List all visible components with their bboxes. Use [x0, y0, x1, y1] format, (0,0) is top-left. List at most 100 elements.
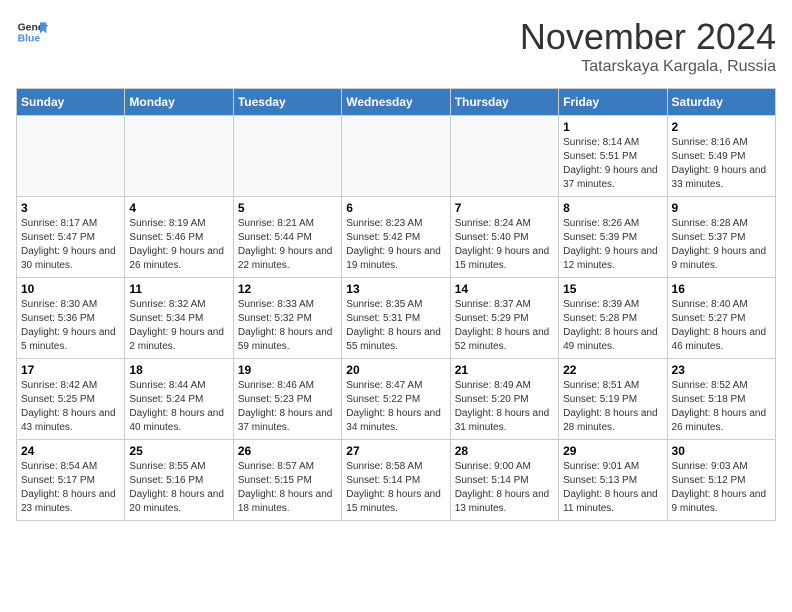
calendar-cell: 7 Sunrise: 8:24 AMSunset: 5:40 PMDaylight…: [450, 197, 558, 278]
calendar-week-2: 10 Sunrise: 8:30 AMSunset: 5:36 PMDayligh…: [17, 278, 776, 359]
calendar-cell: 23Sunrise: 8:52 AMSunset: 5:18 PMDayligh…: [667, 359, 775, 440]
calendar-cell: 13 Sunrise: 8:35 AMSunset: 5:31 PMDayligh…: [342, 278, 450, 359]
day-number: 16: [672, 282, 771, 296]
day-number: 30: [672, 444, 771, 458]
day-number: 24: [21, 444, 120, 458]
calendar-week-4: 24 Sunrise: 8:54 AMSunset: 5:17 PMDayligh…: [17, 440, 776, 521]
day-info: Sunrise: 8:55 AMSunset: 5:16 PMDaylight:…: [129, 460, 228, 516]
day-info: Sunrise: 8:51 AMSunset: 5:19 PMDaylight:…: [563, 379, 662, 435]
day-number: 27: [346, 444, 445, 458]
day-number: 7: [455, 201, 554, 215]
calendar: SundayMondayTuesdayWednesdayThursdayFrid…: [16, 88, 776, 521]
calendar-cell: 15 Sunrise: 8:39 AMSunset: 5:28 PMDayligh…: [559, 278, 667, 359]
calendar-cell: 16 Sunrise: 8:40 AMSunset: 5:27 PMDayligh…: [667, 278, 775, 359]
day-info: Sunrise: 8:24 AMSunset: 5:40 PMDaylight:…: [455, 217, 554, 273]
header: General Blue November 2024 Tatarskaya Ka…: [16, 16, 776, 76]
day-number: 12: [238, 282, 337, 296]
day-number: 22: [563, 363, 662, 377]
calendar-header-row: SundayMondayTuesdayWednesdayThursdayFrid…: [17, 89, 776, 116]
day-number: 20: [346, 363, 445, 377]
calendar-cell: 12 Sunrise: 8:33 AMSunset: 5:32 PMDayligh…: [233, 278, 341, 359]
calendar-cell: [450, 116, 558, 197]
day-info: Sunrise: 8:46 AMSunset: 5:23 PMDaylight:…: [238, 379, 337, 435]
calendar-cell: [125, 116, 233, 197]
day-info: Sunrise: 8:32 AMSunset: 5:34 PMDaylight:…: [129, 298, 228, 354]
day-number: 8: [563, 201, 662, 215]
day-info: Sunrise: 8:37 AMSunset: 5:29 PMDaylight:…: [455, 298, 554, 354]
calendar-cell: 14Sunrise: 8:37 AMSunset: 5:29 PMDayligh…: [450, 278, 558, 359]
calendar-cell: 27 Sunrise: 8:58 AMSunset: 5:14 PMDayligh…: [342, 440, 450, 521]
day-number: 29: [563, 444, 662, 458]
calendar-cell: 29 Sunrise: 9:01 AMSunset: 5:13 PMDayligh…: [559, 440, 667, 521]
day-info: Sunrise: 8:44 AMSunset: 5:24 PMDaylight:…: [129, 379, 228, 435]
calendar-cell: 19Sunrise: 8:46 AMSunset: 5:23 PMDayligh…: [233, 359, 341, 440]
day-number: 5: [238, 201, 337, 215]
day-info: Sunrise: 8:28 AMSunset: 5:37 PMDaylight:…: [672, 217, 771, 273]
logo-icon: General Blue: [16, 16, 48, 48]
calendar-cell: 26 Sunrise: 8:57 AMSunset: 5:15 PMDayligh…: [233, 440, 341, 521]
day-info: Sunrise: 8:58 AMSunset: 5:14 PMDaylight:…: [346, 460, 445, 516]
logo: General Blue: [16, 16, 48, 48]
calendar-cell: 4Sunrise: 8:19 AMSunset: 5:46 PMDaylight…: [125, 197, 233, 278]
calendar-cell: 21Sunrise: 8:49 AMSunset: 5:20 PMDayligh…: [450, 359, 558, 440]
day-number: 1: [563, 120, 662, 134]
day-number: 4: [129, 201, 228, 215]
calendar-cell: 5Sunrise: 8:21 AMSunset: 5:44 PMDaylight…: [233, 197, 341, 278]
day-header-monday: Monday: [125, 89, 233, 116]
day-number: 10: [21, 282, 120, 296]
day-info: Sunrise: 8:54 AMSunset: 5:17 PMDaylight:…: [21, 460, 120, 516]
day-info: Sunrise: 8:39 AMSunset: 5:28 PMDaylight:…: [563, 298, 662, 354]
calendar-cell: [342, 116, 450, 197]
day-info: Sunrise: 8:16 AMSunset: 5:49 PMDaylight:…: [672, 136, 771, 192]
day-info: Sunrise: 8:47 AMSunset: 5:22 PMDaylight:…: [346, 379, 445, 435]
day-header-wednesday: Wednesday: [342, 89, 450, 116]
day-number: 2: [672, 120, 771, 134]
day-info: Sunrise: 8:33 AMSunset: 5:32 PMDaylight:…: [238, 298, 337, 354]
month-title: November 2024: [520, 16, 776, 58]
svg-text:Blue: Blue: [18, 34, 41, 45]
day-info: Sunrise: 8:17 AMSunset: 5:47 PMDaylight:…: [21, 217, 120, 273]
calendar-cell: 30 Sunrise: 9:03 AMSunset: 5:12 PMDayligh…: [667, 440, 775, 521]
calendar-cell: 24 Sunrise: 8:54 AMSunset: 5:17 PMDayligh…: [17, 440, 125, 521]
day-number: 15: [563, 282, 662, 296]
day-info: Sunrise: 8:26 AMSunset: 5:39 PMDaylight:…: [563, 217, 662, 273]
day-number: 13: [346, 282, 445, 296]
calendar-week-1: 3 Sunrise: 8:17 AMSunset: 5:47 PMDaylight…: [17, 197, 776, 278]
calendar-cell: 1 Sunrise: 8:14 AMSunset: 5:51 PMDaylight…: [559, 116, 667, 197]
location-title: Tatarskaya Kargala, Russia: [520, 58, 776, 76]
day-header-friday: Friday: [559, 89, 667, 116]
day-info: Sunrise: 8:35 AMSunset: 5:31 PMDaylight:…: [346, 298, 445, 354]
calendar-cell: 20 Sunrise: 8:47 AMSunset: 5:22 PMDayligh…: [342, 359, 450, 440]
calendar-cell: 10 Sunrise: 8:30 AMSunset: 5:36 PMDayligh…: [17, 278, 125, 359]
day-info: Sunrise: 8:42 AMSunset: 5:25 PMDaylight:…: [21, 379, 120, 435]
day-info: Sunrise: 8:49 AMSunset: 5:20 PMDaylight:…: [455, 379, 554, 435]
calendar-cell: 9 Sunrise: 8:28 AMSunset: 5:37 PMDaylight…: [667, 197, 775, 278]
day-number: 9: [672, 201, 771, 215]
calendar-cell: [233, 116, 341, 197]
day-info: Sunrise: 8:30 AMSunset: 5:36 PMDaylight:…: [21, 298, 120, 354]
day-number: 26: [238, 444, 337, 458]
title-area: November 2024 Tatarskaya Kargala, Russia: [520, 16, 776, 76]
day-info: Sunrise: 9:03 AMSunset: 5:12 PMDaylight:…: [672, 460, 771, 516]
day-number: 3: [21, 201, 120, 215]
day-info: Sunrise: 9:00 AMSunset: 5:14 PMDaylight:…: [455, 460, 554, 516]
day-number: 11: [129, 282, 228, 296]
day-number: 28: [455, 444, 554, 458]
day-info: Sunrise: 8:14 AMSunset: 5:51 PMDaylight:…: [563, 136, 662, 192]
day-number: 17: [21, 363, 120, 377]
calendar-cell: 2 Sunrise: 8:16 AMSunset: 5:49 PMDaylight…: [667, 116, 775, 197]
calendar-cell: 18 Sunrise: 8:44 AMSunset: 5:24 PMDayligh…: [125, 359, 233, 440]
day-info: Sunrise: 8:23 AMSunset: 5:42 PMDaylight:…: [346, 217, 445, 273]
day-info: Sunrise: 8:40 AMSunset: 5:27 PMDaylight:…: [672, 298, 771, 354]
calendar-cell: [17, 116, 125, 197]
calendar-week-3: 17 Sunrise: 8:42 AMSunset: 5:25 PMDayligh…: [17, 359, 776, 440]
day-info: Sunrise: 8:52 AMSunset: 5:18 PMDaylight:…: [672, 379, 771, 435]
day-info: Sunrise: 8:57 AMSunset: 5:15 PMDaylight:…: [238, 460, 337, 516]
calendar-cell: 28 Sunrise: 9:00 AMSunset: 5:14 PMDayligh…: [450, 440, 558, 521]
day-number: 18: [129, 363, 228, 377]
calendar-cell: 22 Sunrise: 8:51 AMSunset: 5:19 PMDayligh…: [559, 359, 667, 440]
day-header-sunday: Sunday: [17, 89, 125, 116]
day-info: Sunrise: 9:01 AMSunset: 5:13 PMDaylight:…: [563, 460, 662, 516]
calendar-cell: 8 Sunrise: 8:26 AMSunset: 5:39 PMDaylight…: [559, 197, 667, 278]
day-number: 6: [346, 201, 445, 215]
